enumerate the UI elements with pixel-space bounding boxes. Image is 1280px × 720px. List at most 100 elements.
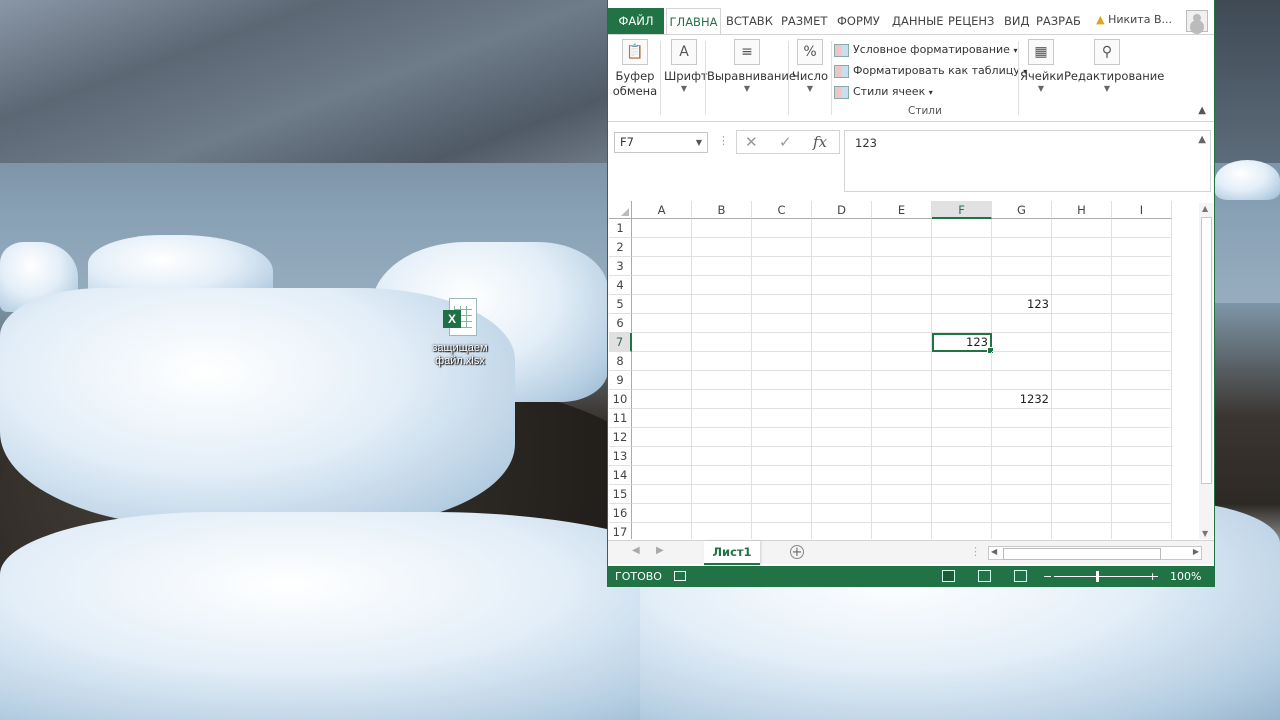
- cell[interactable]: [752, 504, 812, 523]
- cell[interactable]: [992, 333, 1052, 352]
- cell[interactable]: [1112, 485, 1172, 504]
- cells-group[interactable]: ▦ Ячейки ▼: [1020, 35, 1064, 121]
- cell[interactable]: [692, 523, 752, 539]
- cell[interactable]: [692, 428, 752, 447]
- cell[interactable]: [1052, 485, 1112, 504]
- macro-record-icon[interactable]: [674, 571, 686, 581]
- cell[interactable]: [752, 276, 812, 295]
- cell[interactable]: [752, 428, 812, 447]
- row-header-4[interactable]: 4: [609, 276, 632, 295]
- cell[interactable]: [872, 523, 932, 539]
- format-as-table-button[interactable]: Форматировать как таблицу ▾: [834, 60, 1027, 81]
- cell[interactable]: [632, 409, 692, 428]
- cell[interactable]: [872, 371, 932, 390]
- tab-home[interactable]: ГЛАВНА: [666, 8, 721, 35]
- row-header-14[interactable]: 14: [609, 466, 632, 485]
- cell[interactable]: [692, 219, 752, 238]
- cell[interactable]: [1052, 314, 1112, 333]
- cell[interactable]: [812, 523, 872, 539]
- cell[interactable]: [932, 428, 992, 447]
- cell[interactable]: [932, 466, 992, 485]
- active-cell[interactable]: 123: [932, 333, 994, 354]
- column-header-f[interactable]: F: [932, 201, 992, 219]
- column-header-b[interactable]: B: [692, 201, 752, 219]
- column-header-g[interactable]: G: [992, 201, 1052, 219]
- cell[interactable]: [1052, 276, 1112, 295]
- page-break-view-icon[interactable]: [1014, 570, 1027, 582]
- cell[interactable]: [632, 523, 692, 539]
- cell[interactable]: [992, 352, 1052, 371]
- cell[interactable]: [1112, 466, 1172, 485]
- cell[interactable]: [1052, 219, 1112, 238]
- cell[interactable]: [1112, 504, 1172, 523]
- cell-styles-button[interactable]: Стили ячеек ▾: [834, 81, 1020, 102]
- row-header-9[interactable]: 9: [609, 371, 632, 390]
- column-header-c[interactable]: C: [752, 201, 812, 219]
- cell[interactable]: [812, 485, 872, 504]
- tab-review[interactable]: РЕЦЕНЗ: [948, 8, 994, 34]
- tab-view[interactable]: ВИД: [1004, 8, 1029, 34]
- row-header-15[interactable]: 15: [609, 485, 632, 504]
- avatar[interactable]: [1186, 10, 1208, 32]
- cell[interactable]: [1112, 390, 1172, 409]
- cell[interactable]: [752, 371, 812, 390]
- cell[interactable]: [692, 504, 752, 523]
- cell[interactable]: [992, 371, 1052, 390]
- tab-data[interactable]: ДАННЫЕ: [892, 8, 944, 34]
- cell[interactable]: [752, 333, 812, 352]
- tab-developer[interactable]: РАЗРАБ: [1036, 8, 1081, 34]
- sheet-tab[interactable]: Лист1: [704, 541, 760, 565]
- cell[interactable]: [692, 371, 752, 390]
- user-account[interactable]: ▲ Никита В...: [1096, 13, 1172, 26]
- desktop-file-icon[interactable]: X защищаем файл.xlsx: [428, 298, 492, 368]
- column-header-e[interactable]: E: [872, 201, 932, 219]
- cell[interactable]: [872, 314, 932, 333]
- cell[interactable]: [872, 409, 932, 428]
- tab-insert[interactable]: ВСТАВК: [726, 8, 773, 34]
- cell[interactable]: [1052, 295, 1112, 314]
- cell[interactable]: [692, 295, 752, 314]
- zoom-slider-knob[interactable]: [1096, 571, 1099, 582]
- cell[interactable]: [752, 409, 812, 428]
- cell[interactable]: [632, 238, 692, 257]
- cell[interactable]: [812, 276, 872, 295]
- cell[interactable]: [812, 257, 872, 276]
- enter-icon[interactable]: ✓: [779, 133, 792, 151]
- row-header-6[interactable]: 6: [609, 314, 632, 333]
- cell[interactable]: [1112, 219, 1172, 238]
- cell[interactable]: [1112, 276, 1172, 295]
- cell[interactable]: [812, 447, 872, 466]
- row-header-7[interactable]: 7: [609, 333, 632, 352]
- page-layout-view-icon[interactable]: [978, 570, 991, 582]
- cell[interactable]: [632, 485, 692, 504]
- tab-file[interactable]: ФАЙЛ: [608, 8, 664, 34]
- cell[interactable]: [1052, 352, 1112, 371]
- cell[interactable]: [632, 276, 692, 295]
- cell[interactable]: [872, 466, 932, 485]
- cell[interactable]: [872, 390, 932, 409]
- conditional-formatting-button[interactable]: Условное форматирование ▾: [834, 39, 1020, 60]
- collapse-ribbon-icon[interactable]: ▲: [1198, 105, 1206, 116]
- cell[interactable]: [1112, 428, 1172, 447]
- editing-group[interactable]: ⚲ Редактирование ▼: [1064, 35, 1164, 121]
- cell[interactable]: [812, 295, 872, 314]
- cell[interactable]: [1052, 504, 1112, 523]
- vertical-scrollbar[interactable]: ▲ ▼: [1199, 203, 1213, 539]
- formula-bar-resize-icon[interactable]: ⋮: [718, 134, 729, 147]
- cell[interactable]: [812, 238, 872, 257]
- cell[interactable]: [1112, 409, 1172, 428]
- select-all-button[interactable]: [609, 201, 632, 219]
- cell[interactable]: [1052, 447, 1112, 466]
- cell[interactable]: [932, 409, 992, 428]
- column-header-h[interactable]: H: [1052, 201, 1112, 219]
- zoom-slider[interactable]: [1054, 576, 1158, 577]
- cell[interactable]: [992, 428, 1052, 447]
- cell[interactable]: [1112, 257, 1172, 276]
- cell[interactable]: [752, 466, 812, 485]
- cell[interactable]: [992, 485, 1052, 504]
- cell[interactable]: [1112, 352, 1172, 371]
- cell[interactable]: [692, 390, 752, 409]
- cell[interactable]: [932, 390, 992, 409]
- next-sheet-icon[interactable]: ▶: [656, 545, 664, 556]
- cell[interactable]: [1052, 523, 1112, 539]
